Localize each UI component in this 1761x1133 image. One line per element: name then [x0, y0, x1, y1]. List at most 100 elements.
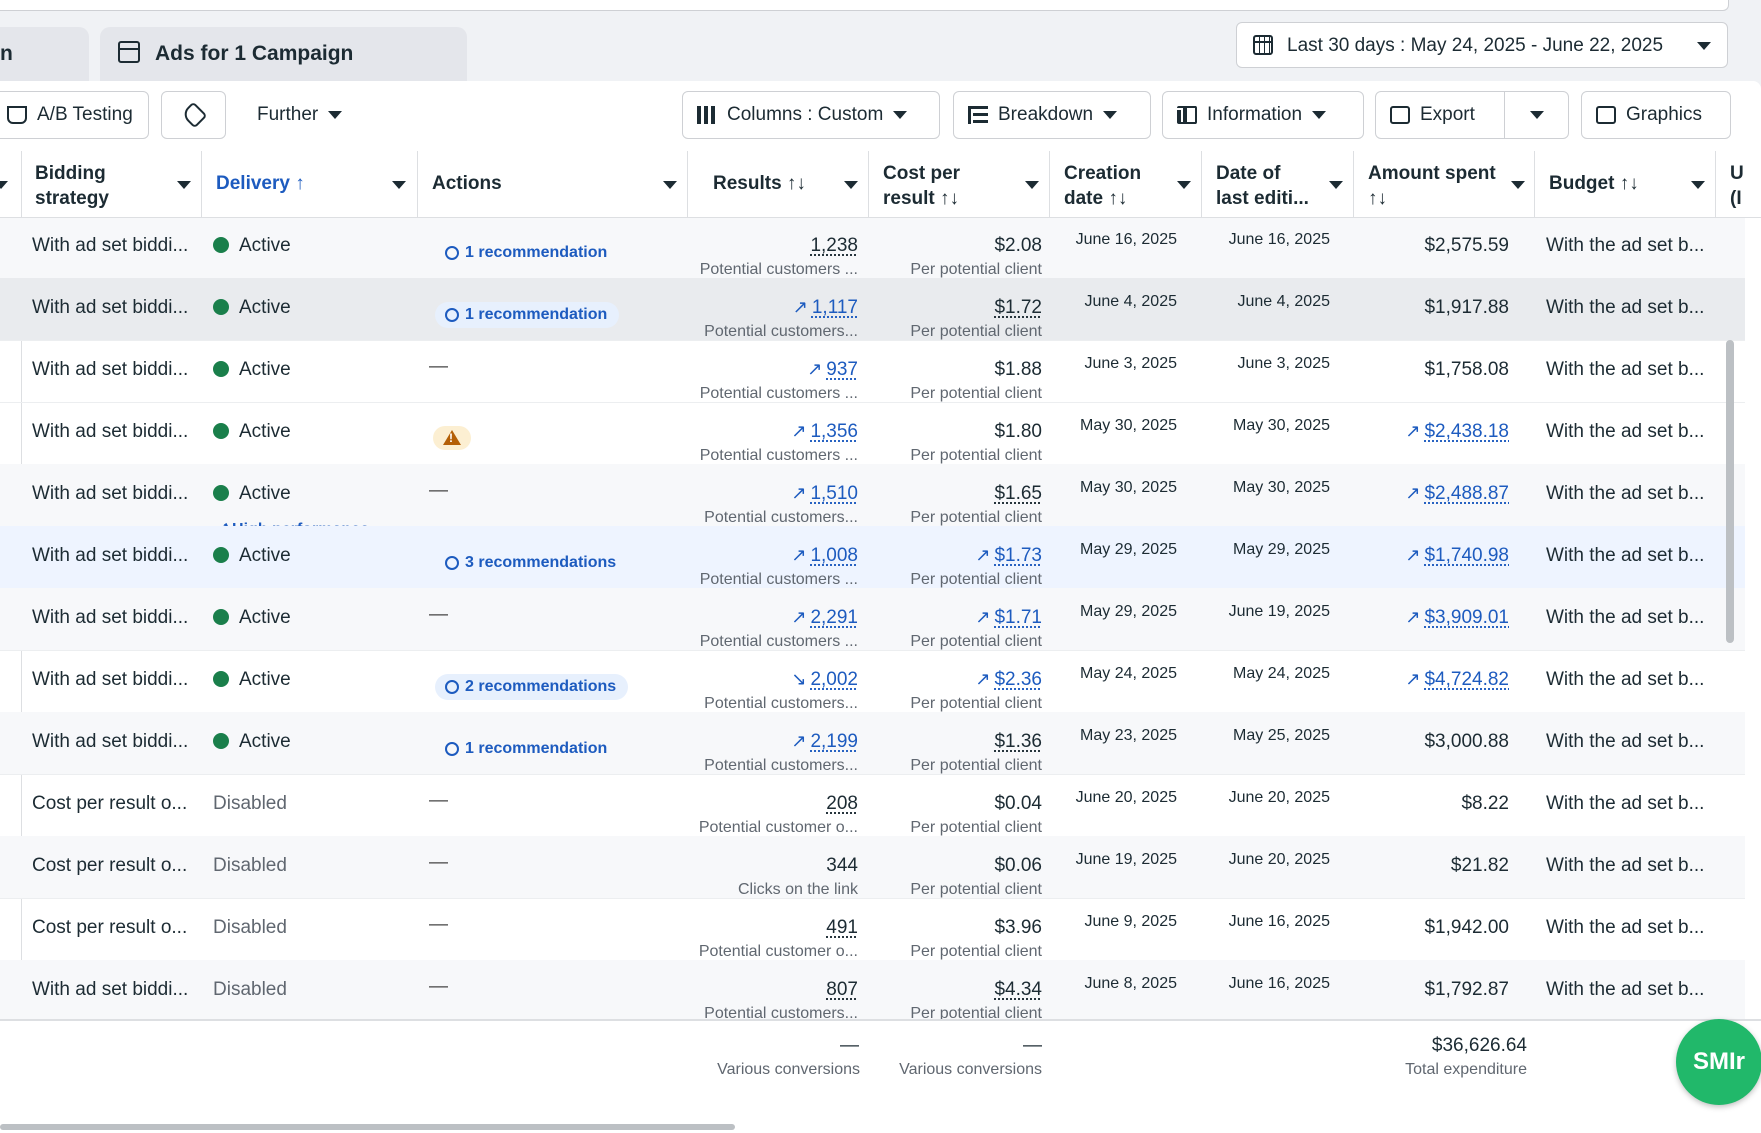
delivery-status: Active	[239, 421, 291, 443]
cost-per-result-value[interactable]: ↗ $1.73	[975, 545, 1042, 567]
cost-number: $1.80	[994, 421, 1042, 442]
breakdown-button[interactable]: Breakdown	[953, 91, 1151, 139]
date-range-label: Last 30 days : May 24, 2025 - June 22, 2…	[1287, 35, 1663, 57]
horizontal-scrollbar[interactable]	[0, 1124, 735, 1130]
amount-spent-value[interactable]: ↗ $4,724.82	[1405, 669, 1509, 691]
cost-per-result-value[interactable]: ↗ $1.71	[975, 607, 1042, 629]
results-value[interactable]: ↗ 1,117	[793, 297, 858, 319]
actions-empty: —	[429, 356, 448, 378]
date-range-picker[interactable]: Last 30 days : May 24, 2025 - June 22, 2…	[1236, 22, 1728, 68]
recommendation-arrow-icon	[445, 308, 459, 322]
graphics-button[interactable]: Graphics	[1581, 91, 1731, 139]
cost-per-result-value: $1.88	[994, 359, 1042, 381]
creation-date-cell: June 3, 2025	[1084, 355, 1177, 373]
information-label: Information	[1207, 104, 1302, 126]
recommendation-chip[interactable]: 2 recommendations	[435, 674, 628, 700]
columns-button[interactable]: Columns : Custom	[682, 91, 940, 139]
amount-number: $1,740.98	[1424, 545, 1509, 566]
table-row[interactable]: With ad set biddi... Active 1 recommendati…	[0, 712, 1745, 775]
graphics-label: Graphics	[1626, 104, 1702, 126]
results-value[interactable]: ↗ 1,510	[791, 483, 858, 505]
results-value: 344	[826, 855, 858, 877]
chevron-down-icon	[1697, 42, 1711, 50]
export-options-button[interactable]	[1504, 91, 1569, 139]
amount-spent-value[interactable]: ↗ $2,438.18	[1405, 421, 1509, 443]
further-button[interactable]: Further	[242, 91, 370, 139]
recommendation-chip[interactable]: 1 recommendation	[435, 240, 619, 266]
tab-campaigns[interactable]: n	[0, 27, 89, 81]
col-header-actions[interactable]: Actions	[418, 151, 688, 217]
table-row[interactable]: With ad set biddi... Active 1 recommendati…	[0, 218, 1745, 279]
results-value[interactable]: ↗ 2,291	[791, 607, 858, 629]
cost-number: $1.72	[994, 297, 1042, 318]
last-edit-date-cell: June 4, 2025	[1237, 293, 1330, 311]
table-row[interactable]: With ad set biddi... Active 2 recommendati…	[0, 650, 1745, 713]
vertical-scrollbar[interactable]	[1726, 340, 1734, 643]
bid-strategy-cell: With ad set biddi...	[32, 669, 188, 691]
bid-strategy-cell: With ad set biddi...	[32, 979, 188, 1001]
table-row[interactable]: With ad set biddi... Active 1 recommendati…	[0, 278, 1745, 341]
amount-spent-value[interactable]: ↗ $1,740.98	[1405, 545, 1509, 567]
recommendation-chip[interactable]: 1 recommendation	[435, 302, 619, 328]
results-sub-label: Potential customers...	[688, 1005, 858, 1020]
results-value[interactable]: ↗ 2,199	[791, 731, 858, 753]
trend-up-icon: ↗	[1405, 669, 1420, 689]
status-dot-icon	[213, 299, 229, 315]
recommendation-arrow-icon	[445, 680, 459, 694]
results-value[interactable]: ↘ 2,002	[791, 669, 858, 691]
ab-testing-button[interactable]: A/B Testing	[0, 91, 149, 139]
col-header-delivery[interactable]: Delivery ↑	[202, 151, 418, 217]
table-row[interactable]: With ad set biddi... Active 3 recommendati…	[0, 526, 1745, 589]
amount-spent-value: $1,942.00	[1424, 917, 1509, 939]
warning-icon[interactable]	[433, 426, 471, 450]
amount-spent-value[interactable]: ↗ $3,909.01	[1405, 607, 1509, 629]
table-row[interactable]: With ad set biddi... Active — ↗ 937 Potential…	[0, 340, 1745, 403]
information-button[interactable]: Information	[1162, 91, 1364, 139]
col-header-cut[interactable]	[0, 151, 22, 217]
recommendation-arrow-icon	[445, 742, 459, 756]
table-row[interactable]: Cost per result o... Disabled — 208 Potentia…	[0, 774, 1745, 837]
chevron-down-icon	[177, 181, 191, 189]
table-row[interactable]: Cost per result o... Disabled — 344 Clicks o…	[0, 836, 1745, 899]
col-header-results[interactable]: Results ↑↓	[688, 151, 869, 217]
results-number: 2,291	[810, 607, 858, 628]
export-button[interactable]: Export	[1375, 91, 1505, 139]
col-header-creation-date[interactable]: Creation date ↑↓	[1050, 151, 1202, 217]
table-row[interactable]: With ad set biddi...Active↗1,356Potentia…	[0, 402, 1745, 465]
table-body: With ad set biddi... Active 1 recommendati…	[0, 218, 1745, 1020]
trend-up-icon: ↗	[791, 607, 806, 627]
tag-button[interactable]	[161, 91, 226, 139]
smir-assistant-button[interactable]: SMIr	[1676, 1019, 1761, 1105]
col-header-last-edit[interactable]: Date of last editi...	[1202, 151, 1354, 217]
col-header-bidding[interactable]: Bidding strategy	[22, 151, 202, 217]
table-row[interactable]: With ad set biddi... Disabled — 807 Potentia…	[0, 960, 1745, 1020]
status-dot-icon	[213, 671, 229, 687]
results-value[interactable]: ↗ 1,008	[791, 545, 858, 567]
recommendation-chip[interactable]: 3 recommendations	[435, 550, 628, 576]
col-header-cut-right[interactable]: U (I	[1716, 151, 1761, 217]
amount-spent-value[interactable]: ↗ $2,488.87	[1405, 483, 1509, 505]
chevron-down-icon	[1312, 111, 1326, 119]
cost-sub-label: Per potential client	[910, 757, 1042, 775]
tab-ads-label: Ads for 1 Campaign	[155, 42, 353, 66]
table-row[interactable]: With ad set biddi...Active⭜ High perform…	[0, 464, 1745, 527]
cost-per-result-value: $4.34	[994, 979, 1042, 1001]
last-edit-date-cell: May 30, 2025	[1233, 417, 1330, 435]
tab-ads[interactable]: Ads for 1 Campaign	[100, 27, 467, 81]
cost-per-result-value[interactable]: ↗ $2.36	[975, 669, 1042, 691]
results-value[interactable]: ↗ 1,356	[791, 421, 858, 443]
results-number: 491	[826, 917, 858, 938]
creation-date-cell: June 20, 2025	[1076, 789, 1177, 807]
col-header-amount-spent[interactable]: Amount spent ↑↓	[1354, 151, 1535, 217]
results-value[interactable]: ↗ 937	[807, 359, 858, 381]
table-row[interactable]: Cost per result o... Disabled — 491 Potentia…	[0, 898, 1745, 961]
last-edit-date-cell: May 29, 2025	[1233, 541, 1330, 559]
last-edit-date-cell: June 16, 2025	[1229, 975, 1330, 993]
cost-sub-label: Per potential client	[910, 695, 1042, 713]
col-header-cost-per-result[interactable]: Cost per result ↑↓	[869, 151, 1050, 217]
chevron-down-icon	[392, 181, 406, 189]
recommendation-chip[interactable]: 1 recommendation	[435, 736, 619, 762]
results-sub-label: Potential customers ...	[688, 571, 858, 589]
col-header-budget[interactable]: Budget ↑↓	[1535, 151, 1716, 217]
table-row[interactable]: With ad set biddi... Active — ↗ 2,291 Potenti…	[0, 588, 1745, 651]
